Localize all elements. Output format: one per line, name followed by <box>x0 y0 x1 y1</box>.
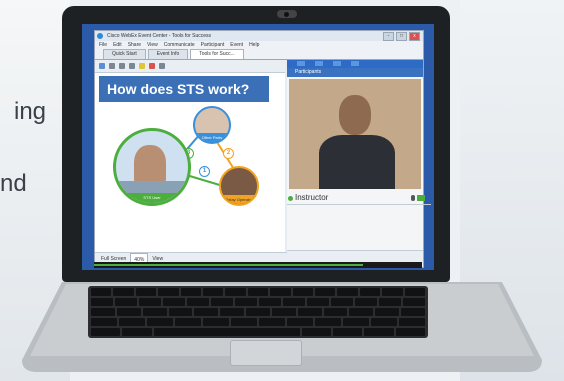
status-dot-icon <box>288 196 293 201</box>
menu-file[interactable]: File <box>99 41 107 49</box>
tab-quick-start[interactable]: Quick Start <box>103 49 146 59</box>
relay-operator-label: Relay Operator <box>221 195 257 204</box>
panel-tab-icon[interactable] <box>333 61 341 66</box>
instructor-head <box>339 95 371 135</box>
participants-header[interactable]: Participants <box>287 68 423 77</box>
step-number-1: 1 <box>199 166 210 177</box>
color-tool-icon[interactable] <box>149 63 155 69</box>
laptop-screen: Cisco WebEx Event Center - Tools for Suc… <box>82 24 434 270</box>
minimize-button[interactable]: - <box>383 32 394 41</box>
window-titlebar: Cisco WebEx Event Center - Tools for Suc… <box>95 31 423 41</box>
menu-bar: File Edit Share View Communicate Partici… <box>95 41 423 49</box>
background-text-line1: ing <box>14 98 47 125</box>
menu-edit[interactable]: Edit <box>113 41 122 49</box>
panel-tabs <box>287 60 423 68</box>
instructor-video <box>289 79 421 189</box>
slide-pane: How does STS work? Other Party Relay Ope… <box>95 60 291 267</box>
tab-strip: Quick Start Event Info Tools for Succ... <box>95 49 423 60</box>
playback-bar[interactable] <box>94 262 422 268</box>
other-party-avatar: Other Party <box>193 106 231 144</box>
mic-icon[interactable] <box>411 195 415 201</box>
maximize-button[interactable]: □ <box>396 32 407 41</box>
webex-logo-icon <box>97 33 103 39</box>
sts-user-label: STS User <box>116 193 188 203</box>
text-tool-icon[interactable] <box>109 63 115 69</box>
menu-event[interactable]: Event <box>230 41 243 49</box>
other-party-label: Other Party <box>195 133 229 142</box>
panel-tab-icon[interactable] <box>297 61 305 66</box>
participants-panel: Participants Instructor <box>287 60 431 267</box>
video-icon[interactable] <box>417 195 425 201</box>
shape-tool-icon[interactable] <box>129 63 135 69</box>
tab-event-info[interactable]: Event Info <box>147 49 189 59</box>
touchpad <box>230 340 302 366</box>
background-text-line2: nd <box>0 170 27 197</box>
keyboard <box>88 286 428 338</box>
sts-user-figure <box>134 145 166 183</box>
menu-view[interactable]: View <box>147 41 158 49</box>
highlighter-tool-icon[interactable] <box>139 63 145 69</box>
content-area: How does STS work? Other Party Relay Ope… <box>95 60 431 267</box>
line-tool-icon[interactable] <box>119 63 125 69</box>
step-number-2: 2 <box>223 148 234 159</box>
instructor-body <box>319 135 395 189</box>
webex-window: Cisco WebEx Event Center - Tools for Suc… <box>94 30 431 268</box>
menu-communicate[interactable]: Communicate <box>164 41 195 49</box>
window-title: Cisco WebEx Event Center - Tools for Suc… <box>107 33 212 39</box>
eraser-tool-icon[interactable] <box>159 63 165 69</box>
close-button[interactable]: x <box>409 32 420 41</box>
relay-operator-avatar: Relay Operator <box>219 166 259 206</box>
menu-participant[interactable]: Participant <box>201 41 225 49</box>
panel-tab-icon[interactable] <box>315 61 323 66</box>
tab-tools-for-success[interactable]: Tools for Succ... <box>190 49 244 59</box>
panel-tab-icon[interactable] <box>351 61 359 66</box>
menu-help[interactable]: Help <box>249 41 259 49</box>
menu-share[interactable]: Share <box>128 41 141 49</box>
instructor-label: Instructor <box>295 193 329 202</box>
pointer-tool-icon[interactable] <box>99 63 105 69</box>
window-controls: - □ x <box>383 32 420 41</box>
instructor-row[interactable]: Instructor <box>287 192 431 205</box>
camera-icon <box>277 10 297 18</box>
annotation-toolbar <box>95 60 285 73</box>
sts-user-photo: STS User <box>113 128 191 206</box>
playback-progress <box>94 264 363 266</box>
